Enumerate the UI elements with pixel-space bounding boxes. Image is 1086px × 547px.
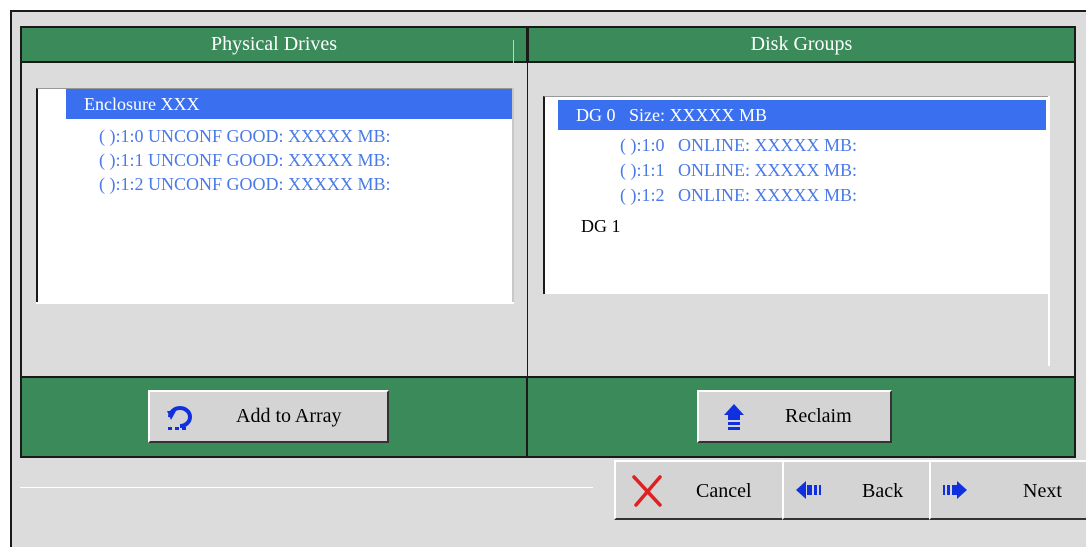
bottom-divider — [20, 487, 593, 488]
tree-item-dg-drive[interactable]: ( ):1:0 ONLINE: XXXXX MB: — [620, 134, 857, 156]
reclaim-button[interactable]: Reclaim — [697, 390, 892, 443]
tree-scroll-edge — [512, 88, 514, 302]
physical-drives-title: Physical Drives — [210, 33, 338, 55]
tree-item-dg1[interactable]: DG 1 — [581, 215, 621, 237]
physical-drives-header: Physical Drives — [20, 26, 528, 63]
tree-item-drive[interactable]: ( ):1:1 UNCONF GOOD: XXXXX MB: — [99, 149, 391, 171]
cancel-label: Cancel — [696, 480, 752, 502]
header-divider — [513, 40, 514, 63]
add-to-array-icon — [166, 403, 196, 431]
tree-item-enclosure[interactable]: Enclosure XXX — [66, 89, 512, 119]
add-to-array-label: Add to Array — [236, 405, 342, 427]
back-button[interactable]: Back — [782, 460, 931, 520]
right-arrow-icon — [943, 480, 983, 506]
add-to-array-button[interactable]: Add to Array — [148, 390, 389, 443]
tree-item-dg-drive[interactable]: ( ):1:2 ONLINE: XXXXX MB: — [620, 184, 857, 206]
cancel-button[interactable]: Cancel — [614, 460, 784, 520]
up-arrow-icon — [723, 403, 745, 433]
tree-item-dg0[interactable]: DG 0 Size: XXXXX MB — [558, 100, 1046, 130]
disk-groups-header: Disk Groups — [527, 26, 1076, 63]
disk-groups-title: Disk Groups — [750, 33, 853, 55]
back-label: Back — [862, 480, 904, 502]
tree-item-dg-drive[interactable]: ( ):1:1 ONLINE: XXXXX MB: — [620, 159, 857, 181]
left-arrow-icon — [796, 480, 836, 506]
reclaim-label: Reclaim — [785, 405, 852, 427]
x-icon — [630, 475, 664, 513]
tree-scroll-edge-right — [1048, 96, 1050, 366]
wizard-nav: Cancel Back Next — [614, 460, 1086, 520]
physical-drives-tree[interactable] — [36, 88, 514, 302]
next-button[interactable]: Next — [929, 460, 1086, 520]
next-label: Next — [1023, 480, 1062, 502]
tree-item-drive[interactable]: ( ):1:0 UNCONF GOOD: XXXXX MB: — [99, 125, 391, 147]
tree-bottom-edge — [36, 302, 514, 304]
tree-item-drive[interactable]: ( ):1:2 UNCONF GOOD: XXXXX MB: — [99, 173, 391, 195]
